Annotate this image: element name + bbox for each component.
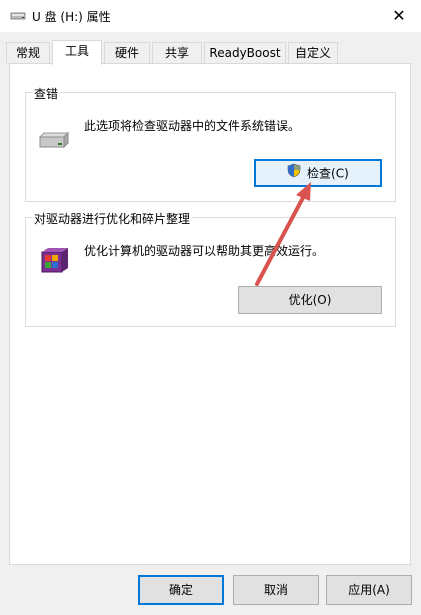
- cancel-button-label: 取消: [263, 583, 288, 597]
- tab-label: 常规: [15, 46, 40, 60]
- tab-readyboost[interactable]: ReadyBoost: [204, 42, 286, 63]
- tab-label: ReadyBoost: [209, 46, 281, 60]
- apply-button-label: 应用(A): [348, 583, 390, 597]
- tab-label: 自定义: [294, 46, 331, 60]
- tab-sharing[interactable]: 共享: [152, 42, 202, 63]
- annotation-arrow: [255, 182, 311, 286]
- close-icon: ✕: [392, 6, 406, 25]
- tab-hardware[interactable]: 硬件: [104, 42, 150, 63]
- tab-label: 工具: [64, 44, 89, 58]
- close-button[interactable]: ✕: [377, 0, 421, 32]
- tab-general[interactable]: 常规: [6, 42, 50, 63]
- tab-customize[interactable]: 自定义: [288, 42, 338, 63]
- tab-label: 共享: [164, 46, 189, 60]
- apply-button[interactable]: 应用(A): [326, 575, 412, 605]
- title-bar: U 盘 (H:) 属性 ✕: [0, 0, 421, 32]
- cancel-button[interactable]: 取消: [233, 575, 319, 605]
- ok-button-label: 确定: [168, 583, 193, 597]
- window-title: U 盘 (H:) 属性: [32, 10, 111, 24]
- tab-label: 硬件: [114, 46, 139, 60]
- usb-drive-icon: [10, 10, 26, 25]
- tab-tools[interactable]: 工具: [52, 40, 102, 65]
- tools-tab-panel: 查错 此选项将检查驱动器中的文件系统错误。 检查(C) 对驱动器进行优化和碎片整…: [9, 63, 411, 565]
- ok-button[interactable]: 确定: [138, 575, 224, 605]
